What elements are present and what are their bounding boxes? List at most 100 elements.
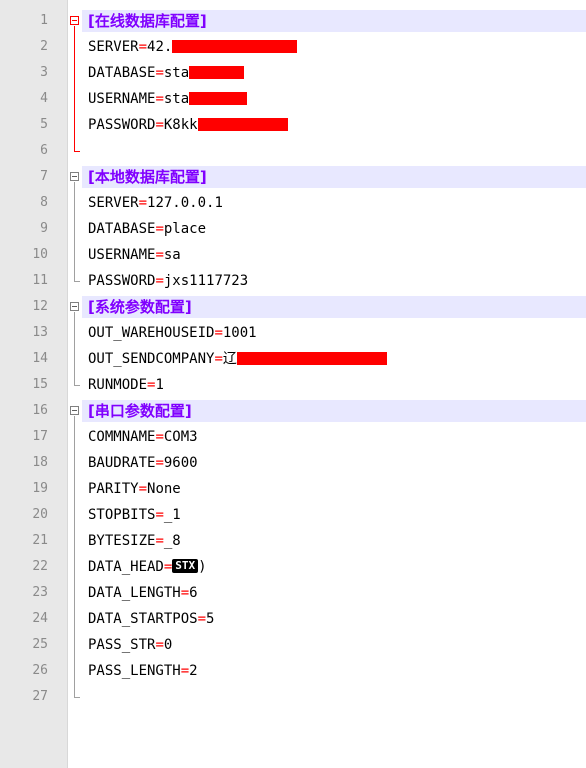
config-line[interactable]: DATA_STARTPOS=5 xyxy=(82,606,586,632)
line-number: 26 xyxy=(32,663,48,678)
section-header-line[interactable]: [在线数据库配置] xyxy=(82,8,586,34)
config-key: DATABASE xyxy=(88,221,156,237)
line-number: 25 xyxy=(32,637,48,652)
line-number: 6 xyxy=(40,143,48,158)
fold-toggle-icon[interactable] xyxy=(70,302,79,311)
config-value: 1 xyxy=(155,377,164,393)
line-number: 2 xyxy=(40,39,48,54)
config-value: place xyxy=(163,221,207,237)
line-number: 24 xyxy=(32,611,48,626)
config-line[interactable]: STOPBITS=_1 xyxy=(82,502,586,528)
config-line[interactable]: OUT_SENDCOMPANY=辽 xyxy=(82,346,586,372)
config-entry: PARITY=None xyxy=(88,476,181,502)
fold-end-marker xyxy=(74,281,80,282)
equals-sign: = xyxy=(155,533,164,549)
config-value: 2 xyxy=(189,663,198,679)
config-entry: PASS_LENGTH=2 xyxy=(88,658,198,684)
config-line[interactable]: PARITY=None xyxy=(82,476,586,502)
fold-toggle-icon[interactable] xyxy=(70,172,79,181)
section-header-line[interactable]: [本地数据库配置] xyxy=(82,164,586,190)
config-key: RUNMODE xyxy=(88,377,148,393)
config-line[interactable]: USERNAME=sa xyxy=(82,242,586,268)
empty-line[interactable] xyxy=(82,138,586,164)
fold-toggle-icon[interactable] xyxy=(70,406,79,415)
code-area[interactable]: [在线数据库配置] SERVER=42. DATABASE=sta USERNAME=… xyxy=(82,0,586,768)
equals-sign: = xyxy=(214,351,223,367)
equals-sign: = xyxy=(155,65,164,81)
config-entry: COMMNAME=COM3 xyxy=(88,424,198,450)
config-key: BAUDRATE xyxy=(88,455,156,471)
equals-sign: = xyxy=(155,247,164,263)
config-line[interactable]: PASSWORD=jxs1117723 xyxy=(82,268,586,294)
config-entry: OUT_SENDCOMPANY=辽 xyxy=(88,346,387,372)
config-line[interactable]: COMMNAME=COM3 xyxy=(82,424,586,450)
config-key: PARITY xyxy=(88,481,139,497)
config-key: DATA_LENGTH xyxy=(88,585,181,601)
config-key: SERVER xyxy=(88,39,139,55)
section-title: [串口参数配置] xyxy=(88,402,192,420)
equals-sign: = xyxy=(155,91,164,107)
config-entry: DATABASE=place xyxy=(88,216,206,242)
section-header-line[interactable]: [串口参数配置] xyxy=(82,398,586,424)
config-value: 0 xyxy=(163,637,173,653)
section-header-line[interactable]: [系统参数配置] xyxy=(82,294,586,320)
line-number: 16 xyxy=(32,403,48,418)
equals-sign: = xyxy=(155,455,164,471)
fold-toggle-icon[interactable] xyxy=(70,16,79,25)
equals-sign: = xyxy=(155,429,164,445)
config-line[interactable]: SERVER=42. xyxy=(82,34,586,60)
fold-guide xyxy=(74,312,75,385)
config-value: None xyxy=(147,481,181,497)
equals-sign: = xyxy=(180,585,190,601)
redaction-mark xyxy=(189,65,245,79)
config-line[interactable]: SERVER=127.0.0.1 xyxy=(82,190,586,216)
config-line[interactable]: BYTESIZE=_8 xyxy=(82,528,586,554)
config-line[interactable]: DATA_LENGTH=6 xyxy=(82,580,586,606)
config-line[interactable]: PASS_STR=0 xyxy=(82,632,586,658)
config-key: SERVER xyxy=(88,195,139,211)
config-line[interactable]: DATABASE=sta xyxy=(82,60,586,86)
line-number: 14 xyxy=(32,351,48,366)
line-number: 19 xyxy=(32,481,48,496)
config-line[interactable]: BAUDRATE=9600 xyxy=(82,450,586,476)
line-number: 11 xyxy=(32,273,48,288)
config-entry: STOPBITS=_1 xyxy=(88,502,181,528)
config-line[interactable]: PASSWORD=K8kk xyxy=(82,112,586,138)
config-value: sta xyxy=(163,65,190,81)
redaction-mark xyxy=(172,39,298,53)
config-line[interactable]: PASS_LENGTH=2 xyxy=(82,658,586,684)
redaction-mark xyxy=(189,91,248,105)
config-line[interactable]: DATABASE=place xyxy=(82,216,586,242)
config-entry: SERVER=42. xyxy=(88,34,298,60)
line-number: 4 xyxy=(40,91,48,106)
config-key: USERNAME xyxy=(88,91,156,107)
text-editor[interactable]: 1 2 3 4 5 6 7 8 9 10 11 12 13 14 15 16 17 18 19 20 21 22 23 24 2… xyxy=(0,0,586,768)
line-number: 3 xyxy=(40,65,48,80)
config-line[interactable]: USERNAME=sta xyxy=(82,86,586,112)
equals-sign: = xyxy=(155,273,164,289)
config-entry: SERVER=127.0.0.1 xyxy=(88,190,223,216)
line-number: 18 xyxy=(32,455,48,470)
equals-sign: = xyxy=(214,325,223,341)
empty-line[interactable] xyxy=(82,684,586,710)
config-line[interactable]: RUNMODE=1 xyxy=(82,372,586,398)
line-number: 13 xyxy=(32,325,48,340)
equals-sign: = xyxy=(155,637,164,653)
equals-sign: = xyxy=(155,117,164,133)
config-value: 6 xyxy=(189,585,198,601)
line-number: 1 xyxy=(40,13,48,28)
line-number: 22 xyxy=(32,559,48,574)
config-key: DATA_HEAD xyxy=(88,559,164,575)
config-line[interactable]: OUT_WAREHOUSEID=1001 xyxy=(82,320,586,346)
config-key: OUT_SENDCOMPANY xyxy=(88,351,215,367)
config-value: _8 xyxy=(163,533,181,549)
config-key: PASSWORD xyxy=(88,117,156,133)
line-number: 21 xyxy=(32,533,48,548)
line-number: 23 xyxy=(32,585,48,600)
section-title: [系统参数配置] xyxy=(88,298,192,316)
line-number: 8 xyxy=(40,195,48,210)
line-number: 12 xyxy=(32,299,48,314)
equals-sign: = xyxy=(138,481,148,497)
fold-guide xyxy=(74,26,75,151)
config-line[interactable]: DATA_HEAD= STX) xyxy=(82,554,586,580)
